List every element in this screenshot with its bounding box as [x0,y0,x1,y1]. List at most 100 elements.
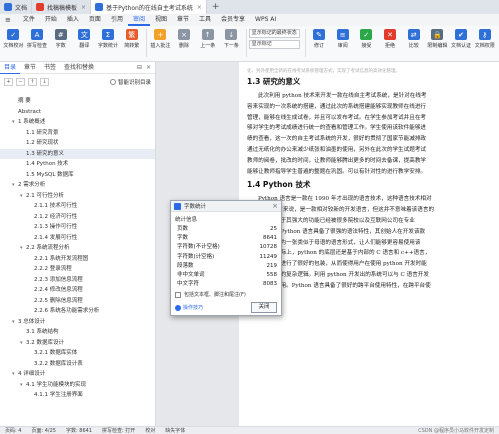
outline-item[interactable]: ▾ 2.1 可行性分析 [0,191,155,202]
ribbon-button[interactable]: + 插入批注 [149,29,172,49]
ribbon-button[interactable]: ⇄ 比较 [402,29,425,49]
window-tab[interactable]: 文档 [0,0,33,14]
outline-item[interactable]: ▾ 2 需求分析 [0,180,155,191]
outline-item[interactable]: 1.1 研究背景 [0,128,155,139]
ribbon-button[interactable]: # 字数 [49,29,72,49]
ribbon-button[interactable]: 繁简转繁 [120,29,143,49]
tab-close-icon[interactable]: × [81,4,86,11]
ribbon-icon: ↓ [225,29,238,40]
menu-item[interactable]: 章节 [172,14,194,26]
outline-item[interactable]: 2.1.2 经济可行性 [0,212,155,223]
promote-button[interactable]: + [4,78,13,86]
pin-icon[interactable]: ⊟ [137,64,142,71]
stat-row: 字符数(不计空格) 10728 [177,243,277,252]
nav-tab[interactable]: 章节 [20,62,40,74]
outline-item[interactable]: ▾ 2.2 系统流程分析 [0,243,155,254]
stat-row: 字数 8641 [177,234,277,243]
ribbon-button[interactable]: ≡ 审阅 [331,29,354,49]
move-up-button[interactable]: ↑ [28,78,37,86]
ribbon-button[interactable]: 文翻译 [73,29,96,49]
dialog-close-icon[interactable]: × [272,202,278,210]
status-font-missing[interactable]: 缺失字体 [160,427,190,434]
menu-item[interactable]: 会员专享 [216,14,250,26]
outline-item[interactable]: 2.1.3 操作可行性 [0,222,155,233]
menu-item[interactable]: 文件 [18,14,40,26]
status-spell[interactable]: 拼写检查: 打开 [97,427,140,434]
outline-item[interactable]: ▾ 4.1 学生功能模块的实现 [0,380,155,391]
document-body[interactable]: 化，另外使用全新的在线考试系统管理方式，实现了考试信息的高效化管理。 1.3 研… [247,68,499,292]
outline-item[interactable]: 2.2.1 系统开发流程图 [0,254,155,265]
menu-item[interactable]: 引用 [106,14,128,26]
ribbon-button[interactable]: × 删除 [173,29,196,49]
ribbon-icon: # [54,29,67,40]
status-proof[interactable]: 校对 [140,427,160,434]
menu-hamburger[interactable]: ≡ [0,14,18,26]
outline-item[interactable]: 3.1 系统结构 [0,327,155,338]
smart-toc-toggle[interactable]: 智能识别目录 [109,78,151,86]
status-pages[interactable]: 页面: 4/25 [26,427,61,434]
new-tab-icon[interactable]: + [207,2,225,12]
statistics-list: 页数 25 字数 8641 字符数(不计空格) 10728 字符数(计空格) 11249 段落数… [171,225,281,289]
markup-dropdown[interactable]: 显示标记的最终状态 [248,29,300,38]
outline-item[interactable]: 2.2.5 删除信息流程 [0,296,155,307]
ribbon-button[interactable]: ↓ 下一条 [220,29,243,49]
dialog-title-bar[interactable]: 字数统计 × [171,201,281,212]
menu-item[interactable]: 审阅 [127,14,150,26]
outline-item[interactable]: 2.1.4 发展可行性 [0,233,155,244]
outline-item[interactable]: 摘 要 [0,96,155,107]
ribbon-button[interactable]: ✓ 接受 [355,29,378,49]
include-textbox-checkbox[interactable]: 包括文本框、脚注和尾注(F) [171,289,281,300]
outline-item[interactable]: ▾ 1 系统概述 [0,117,155,128]
outline-item[interactable]: 2.2.4 修改信息流程 [0,285,155,296]
outline-item[interactable]: 1.2 研究现状 [0,138,155,149]
menu-item[interactable]: 视图 [150,14,172,26]
nav-tab[interactable]: 目录 [0,62,21,74]
menu-item[interactable]: 页面 [84,14,106,26]
text-line: 该类底层语言进行了很好的包装，从而使得用户在使用 python 开发时能 [247,261,427,268]
demote-button[interactable]: − [16,78,25,86]
ribbon-button[interactable]: ✕ 拒绝 [379,29,402,49]
ribbon-button[interactable]: 🔒 限制编辑 [426,29,449,49]
outline-item[interactable]: ▾ 3 总体设计 [0,317,155,328]
outline-item[interactable]: ▾ 3.2 数据库设计 [0,338,155,349]
nav-tab[interactable]: 书签 [40,62,60,74]
outline-item[interactable]: 3.2.2 数据库设计表 [0,359,155,370]
status-words[interactable]: 字数: 8641 [61,427,97,434]
tips-link[interactable]: 操作技巧 [175,304,203,311]
ribbon-button[interactable]: ✔ 文档认证 [450,29,473,49]
ribbon-button[interactable]: ✎ 修订 [308,29,331,49]
outline-item[interactable]: 2.2.2 登录流程 [0,264,155,275]
window-tab[interactable]: 找稿稿模板 × [32,0,92,14]
status-page[interactable]: 页码: 4 [0,427,26,434]
outline-item[interactable]: 1.3 研究的意义 [0,148,155,159]
markup-dropdown[interactable]: 显示标记 [248,40,300,49]
ribbon-button[interactable]: ↑ 上一条 [196,29,219,49]
outline-item[interactable]: 1.5 MySQL 数据库 [0,170,155,181]
move-down-button[interactable]: ↓ [40,78,49,86]
ribbon-button[interactable]: ✓ 文档校对 [2,29,25,49]
ribbon-button[interactable]: A 拼写检查 [26,29,49,49]
outline-item[interactable]: 2.2.6 系统各功能需求分析 [0,306,155,317]
outline-item[interactable]: ▾ 4 详细设计 [0,369,155,380]
outline-item[interactable]: 2.1.1 技术可行性 [0,201,155,212]
close-icon[interactable]: × [146,64,151,71]
close-button[interactable]: 关闭 [251,302,277,314]
navigation-pane: 目录 章节 书签 查找和替换 ⊟ × + − ↑ ↓ 智能识别目录 摘 要 Abstra… [0,62,156,426]
ribbon-icon: ✔ [455,29,468,40]
outline-item-label: 3.2.1 数据库实体 [34,350,78,356]
outline-item[interactable]: 2.2.3 添加信息流程 [0,275,155,286]
ribbon-button[interactable]: Σ 字数统计 [97,29,120,49]
outline-item-label: 2.1.3 操作可行性 [34,224,78,230]
outline-item[interactable]: 3.2.1 数据库实体 [0,348,155,359]
outline-item[interactable]: Abstract [0,107,155,118]
tab-close-icon[interactable]: × [197,4,202,11]
menu-item[interactable]: 开始 [40,14,62,26]
outline-item[interactable]: 1.4 Python 技术 [0,159,155,170]
nav-tab[interactable]: 查找和替换 [60,62,98,74]
outline-item[interactable]: 4.1.1 学生注册界面 [0,390,155,401]
window-tab[interactable]: 基于Python的在线自主考试系统 × [91,0,207,14]
ribbon-button[interactable]: ⚷ 文档权限 [473,29,496,49]
menu-item[interactable]: 工具 [194,14,216,26]
menu-item[interactable]: 插入 [62,14,84,26]
menu-item[interactable]: WPS AI [250,14,281,26]
